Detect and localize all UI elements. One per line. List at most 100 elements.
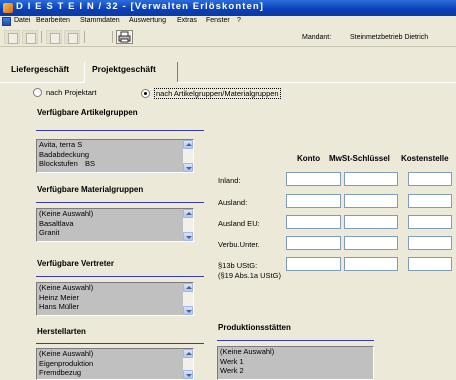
mandant-label: Mandant: bbox=[302, 34, 332, 41]
kostenstelle-ausland-field[interactable] bbox=[408, 194, 452, 208]
radio-label: nach Projektart bbox=[46, 88, 97, 97]
list-item[interactable]: Avita, terra S bbox=[37, 140, 193, 150]
list-item[interactable]: (Keine Auswahl) bbox=[218, 347, 373, 357]
artikelgruppen-list[interactable]: Avita, terra S Badabdeckung Blockstufen B… bbox=[36, 139, 194, 173]
radio-artikel-materialgruppen[interactable]: nach Artikelgruppen/Materialgruppen bbox=[141, 88, 281, 99]
list-item[interactable]: Heinz Meier bbox=[37, 293, 193, 303]
section-rule bbox=[36, 202, 204, 203]
scroll-down-icon[interactable] bbox=[183, 163, 193, 172]
column-header-mwst: MwSt-Schlüssel bbox=[329, 154, 390, 163]
konto-inland-field[interactable] bbox=[286, 172, 341, 186]
scroll-down-icon[interactable] bbox=[183, 370, 193, 379]
section-title-produktionsstaetten: Produktionsstätten bbox=[218, 323, 291, 332]
tab-divider bbox=[0, 82, 84, 83]
toolbar-separator bbox=[41, 31, 42, 43]
mwst-13b-field[interactable] bbox=[344, 257, 398, 271]
app-icon bbox=[3, 3, 13, 13]
radio-projektart[interactable]: nach Projektart bbox=[33, 88, 96, 97]
title-bar[interactable]: D I E S T E I N / 32 - [Verwalten Erlösk… bbox=[0, 0, 456, 16]
scroll-down-icon[interactable] bbox=[183, 306, 193, 315]
column-header-konto: Konto bbox=[297, 154, 321, 163]
section-rule bbox=[36, 343, 204, 344]
radio-button-selected-icon[interactable] bbox=[141, 89, 150, 98]
mwst-ausland-field[interactable] bbox=[344, 194, 398, 208]
kostenstelle-13b-field[interactable] bbox=[408, 257, 452, 271]
list-item[interactable]: Werk 1 bbox=[218, 357, 373, 367]
list-item[interactable]: Badabdeckung bbox=[37, 150, 193, 160]
list-item[interactable]: Eigenproduktion bbox=[37, 359, 193, 369]
list-item[interactable]: Werk 2 bbox=[218, 366, 373, 376]
window-title: D I E S T E I N / 32 - [Verwalten Erlösk… bbox=[16, 1, 265, 12]
vertreter-list[interactable]: (Keine Auswahl) Heinz Meier Hans Müller bbox=[36, 282, 194, 316]
konto-verbu-unter-field[interactable] bbox=[286, 236, 341, 250]
kostenstelle-ausland-eu-field[interactable] bbox=[408, 215, 452, 229]
row-label-13b-ustg: §13b UStG: bbox=[218, 261, 258, 270]
section-title-materialgruppen: Verfügbare Materialgruppen bbox=[37, 185, 144, 194]
section-title-vertreter: Verfügbare Vertreter bbox=[37, 259, 114, 268]
menu-auswertung[interactable]: Auswertung bbox=[129, 17, 166, 24]
new-icon[interactable] bbox=[4, 30, 20, 44]
scrollbar[interactable] bbox=[183, 283, 193, 315]
mwst-ausland-eu-field[interactable] bbox=[344, 215, 398, 229]
toolbar-separator bbox=[84, 31, 85, 43]
scrollbar[interactable] bbox=[183, 349, 193, 379]
scrollbar[interactable] bbox=[183, 140, 193, 172]
row-label-ausland-eu: Ausland EU: bbox=[218, 219, 260, 228]
menu-extras[interactable]: Extras bbox=[177, 17, 197, 24]
mandant-value: Steinmetzbetrieb Dietrich bbox=[350, 34, 429, 41]
menu-stammdaten[interactable]: Stammdaten bbox=[80, 17, 120, 24]
konto-13b-field[interactable] bbox=[286, 257, 341, 271]
produktionsstaetten-list[interactable]: (Keine Auswahl) Werk 1 Werk 2 bbox=[217, 346, 374, 380]
scroll-up-icon[interactable] bbox=[183, 283, 193, 292]
list-item[interactable]: (Keine Auswahl) bbox=[37, 283, 193, 293]
mwst-inland-field[interactable] bbox=[344, 172, 398, 186]
print-icon[interactable] bbox=[116, 30, 133, 44]
open-icon[interactable] bbox=[22, 30, 38, 44]
menu-bearbeiten[interactable]: Bearbeiten bbox=[36, 17, 70, 24]
list-item[interactable]: Fremdbezug bbox=[37, 368, 193, 378]
menu-datei[interactable]: Datei bbox=[14, 17, 30, 24]
section-title-artikelgruppen: Verfügbare Artikelgruppen bbox=[37, 108, 138, 117]
mwst-verbu-unter-field[interactable] bbox=[344, 236, 398, 250]
scroll-up-icon[interactable] bbox=[183, 140, 193, 149]
copy-icon[interactable] bbox=[46, 30, 62, 44]
scroll-up-icon[interactable] bbox=[183, 209, 193, 218]
radio-label: nach Artikelgruppen/Materialgruppen bbox=[154, 88, 281, 99]
active-tab-frame bbox=[84, 62, 178, 83]
column-header-kostenstelle: Kostenstelle bbox=[401, 154, 449, 163]
section-rule bbox=[217, 340, 374, 341]
list-item[interactable]: Granit bbox=[37, 228, 193, 238]
tab-liefergeschaeft[interactable]: Liefergeschäft bbox=[11, 64, 69, 74]
row-label-inland: Inland: bbox=[218, 176, 241, 185]
paste-icon[interactable] bbox=[64, 30, 80, 44]
konto-ausland-field[interactable] bbox=[286, 194, 341, 208]
kostenstelle-verbu-unter-field[interactable] bbox=[408, 236, 452, 250]
materialgruppen-list[interactable]: (Keine Auswahl) Basaltlava Granit bbox=[36, 208, 194, 242]
system-menu-icon[interactable] bbox=[2, 17, 11, 26]
menu-bar: Datei Bearbeiten Stammdaten Auswertung E… bbox=[0, 16, 456, 28]
row-label-verbu-unter: Verbu.Unter. bbox=[218, 240, 260, 249]
radio-button-icon[interactable] bbox=[33, 88, 42, 97]
list-item[interactable]: (Keine Auswahl) bbox=[37, 349, 193, 359]
scroll-down-icon[interactable] bbox=[183, 232, 193, 241]
kostenstelle-inland-field[interactable] bbox=[408, 172, 452, 186]
konto-ausland-eu-field[interactable] bbox=[286, 215, 341, 229]
menu-fenster[interactable]: Fenster bbox=[206, 17, 230, 24]
row-note-19-ustg: (§19 Abs.1a UStG) bbox=[218, 271, 281, 280]
list-item[interactable]: (Keine Auswahl) bbox=[37, 209, 193, 219]
scrollbar[interactable] bbox=[183, 209, 193, 241]
row-label-ausland: Ausland: bbox=[218, 198, 248, 207]
list-item[interactable]: Basaltlava bbox=[37, 219, 193, 229]
tab-divider bbox=[177, 82, 456, 83]
menu-help[interactable]: ? bbox=[237, 17, 241, 24]
toolbar-separator bbox=[112, 31, 113, 43]
section-rule bbox=[36, 130, 204, 131]
tab-strip: Liefergeschäft Projektgeschäft bbox=[0, 60, 456, 84]
herstellarten-list[interactable]: (Keine Auswahl) Eigenproduktion Fremdbez… bbox=[36, 348, 194, 380]
list-item[interactable]: Blockstufen BS bbox=[37, 159, 193, 169]
item-code: BS bbox=[85, 159, 96, 168]
section-title-herstellarten: Herstellarten bbox=[37, 327, 86, 336]
list-item[interactable]: Hans Müller bbox=[37, 302, 193, 312]
section-rule bbox=[36, 276, 204, 277]
scroll-up-icon[interactable] bbox=[183, 349, 193, 358]
